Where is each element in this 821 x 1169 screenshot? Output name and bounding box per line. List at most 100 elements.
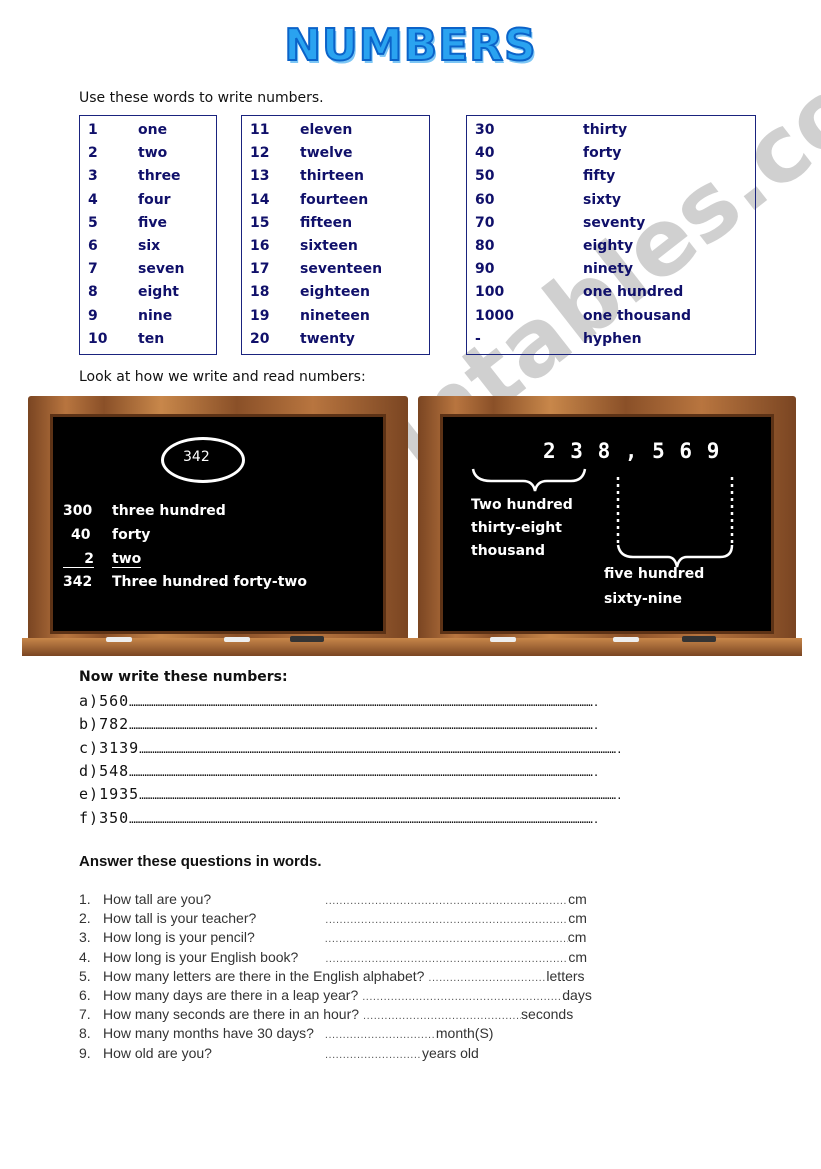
place-value-word: three hundred — [112, 503, 226, 519]
chalkboard-238569: 2 3 8 , 5 6 9 Two hundred thirty-eight t… — [412, 396, 802, 656]
numeral: 16 — [250, 237, 270, 254]
question-line: 1. How tall are you?.....................… — [79, 891, 587, 907]
question-line: 8. How many months have 30 days?.........… — [79, 1025, 493, 1041]
answer-blank[interactable]: …………………………………………………………………………………………………………… — [139, 743, 622, 756]
numeral: 15 — [250, 214, 270, 231]
answer-blank[interactable]: ........................................… — [325, 933, 568, 945]
exercise-number: 3139 — [99, 738, 140, 757]
unit-label: cm — [568, 891, 587, 907]
board-ledge — [22, 638, 414, 656]
exercise-number: 560 — [99, 692, 130, 710]
answer-heading: Answer these questions in words. — [79, 853, 322, 870]
number-word: eleven — [300, 122, 353, 138]
word-box-tens: 30 thirty 40 forty 50 fifty 60 sixty 70 seventy 80… — [466, 115, 756, 355]
number-word: fifty — [583, 168, 616, 185]
exercise-line: f)350……………………………………………………………………………………………… — [79, 809, 599, 827]
word-row: 30 thirty — [475, 122, 755, 145]
answer-blank[interactable]: ........................................… — [362, 991, 562, 1003]
question-text: How tall are you? — [103, 891, 212, 907]
number-word: one — [138, 122, 168, 138]
chalk — [490, 637, 516, 642]
numeral: 6 — [88, 237, 98, 254]
answer-blank[interactable]: ........................................… — [325, 895, 568, 907]
question-text: How tall is your teacher? — [103, 910, 257, 927]
word-row: 70 seventy — [475, 215, 755, 238]
answer-blank[interactable]: …………………………………………………………………………………………………………… — [129, 696, 599, 709]
numeral: 17 — [250, 261, 270, 278]
left-brace — [471, 468, 587, 492]
word-row: 9 nine — [88, 308, 216, 331]
eraser — [682, 636, 716, 642]
numeral: 1 — [88, 122, 98, 138]
question-text: How long is your pencil? — [103, 929, 255, 946]
number-word: sixteen — [300, 237, 358, 254]
place-value-number: 300 — [63, 503, 93, 519]
number-word: eight — [138, 284, 179, 301]
numeral: 60 — [475, 191, 495, 208]
hundreds-label: five hundred — [604, 566, 705, 582]
number-word: seventy — [583, 214, 646, 231]
number-word: one thousand — [583, 307, 691, 324]
answer-blank[interactable]: …………………………………………………………………………………………………………… — [129, 813, 599, 826]
number-word: fourteen — [300, 191, 369, 208]
question-line: 7. How many seconds are there in an hour?… — [79, 1006, 573, 1022]
numeral: 40 — [475, 145, 495, 162]
question-line: 9. How old are you?......................… — [79, 1045, 479, 1061]
exercise-line: c)3139…………………………………………………………………………………………… — [79, 739, 623, 757]
word-row: 7 seven — [88, 261, 216, 284]
numeral: 20 — [250, 330, 270, 347]
number-word: seven — [138, 261, 185, 278]
word-box-1-10: 1 one 2 two 3 three 4 four 5 five 6 six 7 seven 8 eight… — [79, 115, 217, 355]
numeral: 14 — [250, 191, 270, 208]
word-row: 8 eight — [88, 284, 216, 307]
thousands-label: Two hundred — [471, 497, 573, 513]
place-value-word: two — [112, 551, 142, 568]
eraser — [290, 636, 324, 642]
numeral: 8 — [88, 284, 98, 301]
number-word: ten — [138, 330, 165, 347]
answer-blank[interactable]: ........................................… — [363, 1010, 521, 1022]
exercise-number: 782 — [99, 715, 130, 734]
question-text: How many seconds are there in an hour? — [103, 1006, 360, 1023]
answer-blank[interactable]: ........................................… — [325, 1049, 422, 1061]
numeral: 100 — [475, 284, 505, 301]
answer-blank[interactable]: ........................................… — [325, 914, 568, 926]
number-word: twelve — [300, 145, 353, 162]
number-word: eighteen — [300, 284, 370, 301]
exercise-number: 350 — [99, 808, 130, 827]
chalk — [106, 637, 132, 642]
numeral: 12 — [250, 145, 270, 162]
page-title: NUMBERS — [283, 19, 537, 72]
answer-blank[interactable]: ........................................… — [428, 972, 546, 984]
word-row: 18 eighteen — [250, 284, 429, 307]
answer-blank[interactable]: ........................................… — [325, 953, 568, 965]
place-value-word: forty — [112, 527, 151, 543]
word-row: 3 three — [88, 168, 216, 191]
exercise-line: a)560……………………………………………………………………………………………… — [79, 692, 599, 710]
unit-label: letters — [546, 967, 585, 984]
numeral: 11 — [250, 122, 270, 138]
answer-blank[interactable]: …………………………………………………………………………………………………………… — [129, 719, 599, 732]
numeral: 30 — [475, 122, 495, 138]
number-word: one hundred — [583, 284, 684, 301]
number-word: forty — [583, 145, 622, 162]
exercise-label: e) — [79, 785, 100, 804]
exercise-number: 1935 — [99, 785, 140, 804]
number-word: five — [138, 214, 167, 231]
word-row: 17 seventeen — [250, 261, 429, 284]
word-row: - hyphen — [475, 331, 755, 354]
question-text: How long is your English book? — [103, 948, 299, 965]
numeral: 80 — [475, 237, 495, 254]
unit-label: cm — [568, 948, 588, 965]
question-number: 1. — [79, 891, 91, 907]
answer-blank[interactable]: …………………………………………………………………………………………………………… — [129, 766, 599, 779]
word-row: 4 four — [88, 192, 216, 215]
answer-blank[interactable]: …………………………………………………………………………………………………………… — [139, 789, 622, 802]
number-word: four — [138, 191, 171, 208]
unit-label: days — [562, 987, 592, 1003]
hundreds-label: sixty-nine — [604, 591, 683, 607]
chalk — [224, 637, 250, 642]
board-slate: 342 300 three hundred 40 forty 2 two 342… — [50, 414, 386, 634]
word-row: 11 eleven — [250, 122, 429, 145]
answer-blank[interactable]: ........................................… — [325, 1029, 436, 1041]
